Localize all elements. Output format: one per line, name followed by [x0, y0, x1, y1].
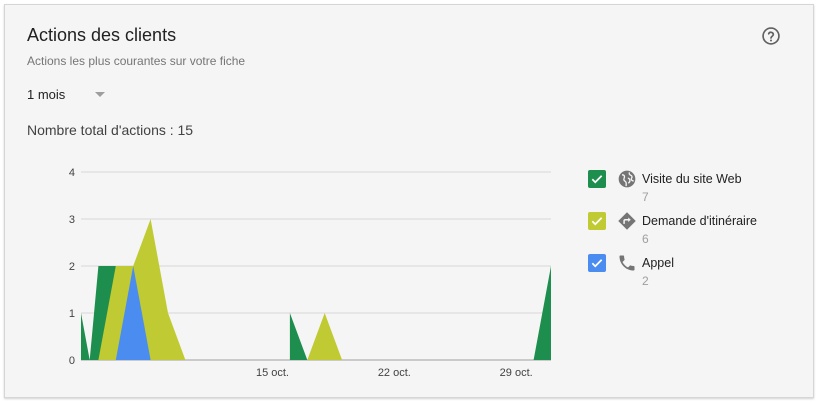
card-title: Actions des clients [27, 25, 177, 45]
legend-count: 2 [642, 274, 649, 288]
dropdown-caret-icon [95, 92, 106, 97]
checkbox-directions[interactable] [588, 212, 606, 230]
legend-label: Demande d'itinéraire [642, 214, 757, 228]
directions-icon [618, 212, 636, 230]
legend-label: Visite du site Web [642, 172, 742, 186]
checkmark-icon [591, 259, 603, 268]
period-dropdown[interactable]: 1 mois [27, 87, 106, 102]
y-tick-label: 3 [69, 214, 75, 226]
help-circle-icon[interactable] [761, 26, 781, 46]
legend-count: 6 [642, 232, 649, 246]
x-tick-label: 22 oct. [378, 367, 411, 379]
legend-count: 7 [642, 190, 649, 204]
y-tick-label: 4 [69, 167, 75, 179]
y-tick-label: 2 [69, 261, 75, 273]
legend-label: Appel [642, 256, 674, 270]
actions-area-chart: 0 1 2 3 4 15 oct. 22 oct. 29 oct. [69, 167, 551, 379]
card-subtitle: Actions les plus courantes sur votre fic… [27, 54, 246, 68]
customer-actions-card: Actions des clients Actions les plus cou… [4, 4, 814, 398]
x-tick-label: 29 oct. [500, 367, 533, 379]
globe-icon [618, 170, 636, 188]
y-tick-label: 0 [69, 355, 75, 367]
x-tick-label: 15 oct. [256, 367, 289, 379]
y-tick-label: 1 [69, 308, 75, 320]
checkbox-website[interactable] [588, 170, 606, 188]
checkbox-call[interactable] [588, 254, 606, 272]
phone-icon [619, 255, 635, 271]
checkmark-icon [591, 217, 603, 226]
total-actions-label: Nombre total d'actions : 15 [27, 122, 194, 138]
checkmark-icon [591, 175, 603, 184]
period-selected-value: 1 mois [27, 87, 66, 102]
